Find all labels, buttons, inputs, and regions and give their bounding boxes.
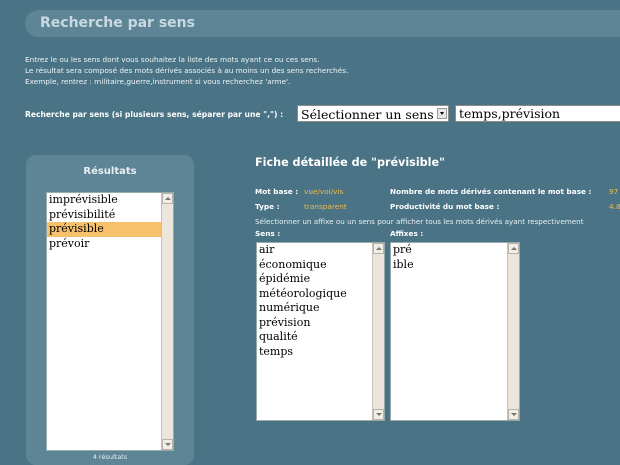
list-item[interactable]: pré	[391, 243, 519, 258]
intro-line: Le résultat sera composé des mots dérivé…	[25, 66, 349, 75]
type-value: transparent	[304, 202, 347, 211]
nombre-value: 97	[609, 187, 619, 196]
sense-select[interactable]: Sélectionner un sens	[297, 105, 449, 122]
results-listbox[interactable]: imprévisible prévisibilité prévisible pr…	[46, 192, 174, 451]
list-item[interactable]: météorologique	[257, 287, 384, 302]
list-item[interactable]: prévision	[257, 316, 384, 331]
scrollbar[interactable]	[507, 243, 519, 420]
dropdown-arrow-icon[interactable]	[437, 108, 447, 119]
fiche-title: Fiche détaillée de "prévisible"	[255, 156, 445, 169]
page-title: Recherche par sens	[40, 15, 195, 31]
list-item[interactable]: numérique	[257, 301, 384, 316]
results-count: 4 résultats	[92, 453, 128, 461]
list-item[interactable]: économique	[257, 258, 384, 273]
sense-search-input[interactable]: temps,prévision	[455, 105, 620, 122]
affixes-listbox[interactable]: pré ible	[390, 242, 520, 421]
sense-select-value: Sélectionner un sens	[301, 107, 434, 122]
search-label: Recherche par sens (si plusieurs sens, s…	[25, 110, 284, 119]
list-item[interactable]: prévoir	[47, 237, 173, 252]
type-label: Type :	[255, 202, 280, 211]
intro-line: Exemple, rentrez : militaire,guerre,inst…	[25, 77, 291, 86]
results-title: Résultats	[83, 166, 137, 177]
sens-listbox[interactable]: air économique épidémie météorologique n…	[256, 242, 385, 421]
help-text: Sélectionner un affixe ou un sens pour a…	[255, 217, 584, 226]
scroll-up-icon[interactable]	[373, 243, 384, 254]
productivite-label: Productivité du mot base :	[390, 202, 500, 211]
productivite-value: 4.8	[609, 202, 620, 211]
scroll-up-icon[interactable]	[162, 193, 173, 204]
mot-base-value[interactable]: vue/voi/vis	[304, 187, 343, 196]
scroll-down-icon[interactable]	[373, 409, 384, 420]
nombre-label: Nombre de mots dérivés contenant le mot …	[390, 187, 592, 196]
scroll-down-icon[interactable]	[508, 409, 519, 420]
list-item[interactable]: air	[257, 243, 384, 258]
mot-base-label: Mot base :	[255, 187, 299, 196]
list-item[interactable]: temps	[257, 345, 384, 360]
list-item[interactable]: ible	[391, 258, 519, 273]
sens-label: Sens :	[255, 229, 281, 238]
scroll-down-icon[interactable]	[162, 439, 173, 450]
intro-text: Entrez le ou les sens dont vous souhaite…	[25, 54, 348, 87]
list-item[interactable]: imprévisible	[47, 193, 173, 208]
list-item[interactable]: prévisibilité	[47, 208, 173, 223]
scrollbar[interactable]	[161, 193, 173, 450]
scroll-up-icon[interactable]	[508, 243, 519, 254]
scrollbar[interactable]	[372, 243, 384, 420]
list-item[interactable]: qualité	[257, 330, 384, 345]
intro-line: Entrez le ou les sens dont vous souhaite…	[25, 55, 320, 64]
list-item[interactable]: épidémie	[257, 272, 384, 287]
list-item[interactable]: prévisible	[47, 222, 173, 237]
affixes-label: Affixes :	[390, 229, 424, 238]
results-panel: Résultats imprévisible prévisibilité pré…	[26, 155, 194, 465]
